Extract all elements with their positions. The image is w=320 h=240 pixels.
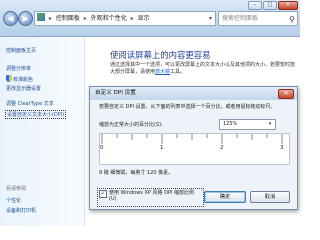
breadcrumb-control-panel[interactable]: 控制面板 xyxy=(56,12,80,25)
dpi-ruler[interactable]: 0 1 2 3 xyxy=(99,133,290,165)
address-separator: ▸ xyxy=(83,15,87,22)
dialog-close-button[interactable]: ✕ xyxy=(278,89,294,99)
sidebar-item-home[interactable]: 控制面板主页 xyxy=(6,47,36,54)
description-text-end: 工具。 xyxy=(170,69,186,75)
back-button[interactable]: ◀ xyxy=(3,11,18,26)
ruler-label: 1 xyxy=(160,145,164,151)
page-title: 使阅读屏幕上的内容更容易 xyxy=(110,50,211,60)
xp-scaling-label[interactable]: 使用 Windows XP 风格 DPI 缩放比例(U) xyxy=(109,190,195,202)
address-separator: ▸ xyxy=(130,15,134,22)
maximize-button[interactable]: □ xyxy=(263,1,277,10)
control-panel-icon xyxy=(37,13,45,21)
sidebar-item-label: 校准颜色 xyxy=(13,77,34,83)
chevron-down-icon[interactable]: ▾ xyxy=(266,120,274,129)
custom-dpi-dialog: 自定义 DPI 设置 ✕ 若要自定义 DPI 设置，从下面的列表中选择一个百分比… xyxy=(89,86,298,210)
page-description: 通过选择其中一个选项，可以更改屏幕上的文本大小以及其他项的大小。若要暂时放大部分… xyxy=(110,62,296,76)
sidebar-item-display-settings[interactable]: 更改显示器设置 xyxy=(6,85,41,92)
window-controls: – □ ✕ xyxy=(248,1,298,10)
sidebar: 控制面板主页 调整分辨率 校准颜色 更改显示器设置 调整 ClearType 文… xyxy=(0,37,85,226)
sample-text: 9 磅 细微赋，每英寸 120 像素。 xyxy=(99,170,174,176)
sidebar-item-custom-dpi[interactable]: 设置自定义文本大小(DPI) xyxy=(5,110,67,119)
breadcrumb-display[interactable]: 显示 xyxy=(138,12,150,25)
search-input[interactable]: 搜索控制面板 ⚲ xyxy=(218,11,298,26)
address-separator: ▸ xyxy=(48,15,52,22)
ruler-label: 0 xyxy=(100,145,104,151)
address-bar[interactable]: ▸ 控制面板 ▸ 外观和个性化 ▸ 显示 ▾ xyxy=(34,11,216,26)
sidebar-item-cleartype[interactable]: 调整 ClearType 文本 xyxy=(6,100,54,107)
close-button[interactable]: ✕ xyxy=(278,1,298,10)
scale-value: 125% xyxy=(223,121,238,127)
sidebar-item-personalize[interactable]: 个性化 xyxy=(6,197,21,204)
ruler-ticks xyxy=(101,134,283,144)
breadcrumb-appearance[interactable]: 外观和个性化 xyxy=(91,12,127,25)
dialog-title: 自定义 DPI 设置 xyxy=(95,90,136,96)
chevron-down-icon[interactable]: ▾ xyxy=(209,12,212,25)
search-placeholder: 搜索控制面板 xyxy=(222,15,259,22)
scale-label: 缩放为正常大小的百分比(S): xyxy=(99,122,163,128)
xp-scaling-checkbox[interactable]: ✓ xyxy=(99,190,107,198)
ruler-label: 2 xyxy=(220,145,224,151)
forward-button[interactable]: ▶ xyxy=(18,11,33,26)
dialog-description: 若要自定义 DPI 设置，从下面的列表中选择一个百分比，或者用鼠标拖动标尺。 xyxy=(99,104,276,110)
cancel-button[interactable]: 取消 xyxy=(250,191,290,203)
dialog-titlebar[interactable]: 自定义 DPI 设置 ✕ xyxy=(90,87,297,100)
minimize-button[interactable]: – xyxy=(248,1,262,10)
scale-select[interactable]: 125% ▾ xyxy=(219,119,276,130)
search-icon: ⚲ xyxy=(289,15,295,24)
ruler-label: 3 xyxy=(280,145,284,151)
sidebar-item-resolution[interactable]: 调整分辨率 xyxy=(6,65,31,72)
shield-icon xyxy=(6,75,12,82)
ok-button[interactable]: 确定 xyxy=(204,191,246,203)
magnifier-link[interactable]: 放大镜 xyxy=(155,69,170,75)
description-text: 通过选择其中一个选项，可以更改屏幕上的文本大小以及其他项的大小。若要暂时放大部分… xyxy=(110,62,296,75)
window-titlebar: – □ ✕ ◀ ▶ ▸ 控制面板 ▸ 外观和个性化 ▸ 显示 ▾ 搜索控制面板 … xyxy=(0,0,300,37)
sidebar-item-devices[interactable]: 设备和打印机 xyxy=(6,207,36,214)
see-also-heading: 另请参阅 xyxy=(6,186,27,192)
sidebar-item-calibrate[interactable]: 校准颜色 xyxy=(6,75,33,83)
